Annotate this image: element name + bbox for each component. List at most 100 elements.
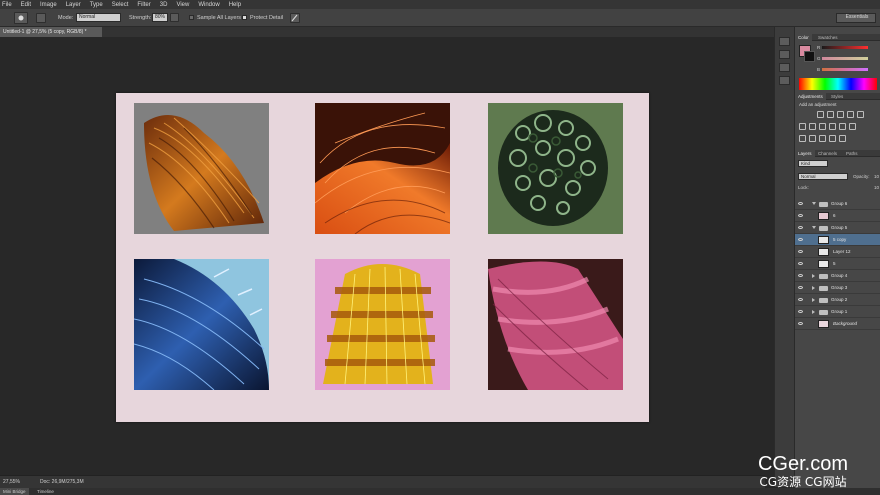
- tab-swatches[interactable]: Swatches: [815, 34, 841, 41]
- visibility-eye-icon[interactable]: [798, 214, 803, 217]
- color-balance-icon[interactable]: [809, 123, 816, 130]
- disclosure-closed-icon[interactable]: [812, 286, 815, 290]
- opacity-value[interactable]: 10: [874, 174, 879, 179]
- gradient-map-icon[interactable]: [829, 135, 836, 142]
- brush-picker-button[interactable]: [36, 13, 46, 23]
- menu-bar: File Edit Image Layer Type Select Filter…: [0, 0, 880, 9]
- tab-layers[interactable]: Layers: [795, 150, 815, 157]
- visibility-eye-icon[interactable]: [798, 286, 803, 289]
- vibrance-icon[interactable]: [857, 111, 864, 118]
- menu-image[interactable]: Image: [40, 2, 57, 8]
- strength-field[interactable]: 80%: [152, 13, 168, 22]
- background-color-swatch[interactable]: [804, 51, 815, 62]
- document-tab[interactable]: Untitled-1 @ 27,5% (5 copy, RGB/8) *: [0, 27, 102, 37]
- fill-value[interactable]: 10: [874, 185, 879, 190]
- layer-row[interactable]: Group 6: [795, 198, 880, 210]
- layer-row[interactable]: Group 4: [795, 270, 880, 282]
- visibility-eye-icon[interactable]: [798, 310, 803, 313]
- visibility-eye-icon[interactable]: [798, 262, 803, 265]
- info-icon[interactable]: [779, 63, 790, 72]
- layer-row[interactable]: Group 1: [795, 306, 880, 318]
- brush-presets-icon[interactable]: [779, 76, 790, 85]
- menu-view[interactable]: View: [176, 2, 189, 8]
- tab-channels[interactable]: Channels: [815, 150, 840, 157]
- tab-color[interactable]: Color: [795, 34, 812, 41]
- green-slider[interactable]: [822, 57, 868, 60]
- color-spectrum-ramp[interactable]: [799, 78, 877, 90]
- sample-all-checkbox[interactable]: [189, 15, 194, 20]
- visibility-eye-icon[interactable]: [798, 322, 803, 325]
- menu-edit[interactable]: Edit: [21, 2, 31, 8]
- menu-3d[interactable]: 3D: [160, 2, 168, 8]
- exposure-icon[interactable]: [847, 111, 854, 118]
- menu-window[interactable]: Window: [198, 2, 219, 8]
- tab-timeline[interactable]: Timeline: [34, 488, 57, 495]
- workspace-switcher[interactable]: Essentials: [836, 13, 876, 23]
- black-white-icon[interactable]: [819, 123, 826, 130]
- visibility-eye-icon[interactable]: [798, 298, 803, 301]
- right-panel: Color Swatches R G B Adjustments Styles …: [794, 27, 880, 488]
- document-canvas[interactable]: [116, 93, 649, 422]
- layer-filter-kind[interactable]: Kind: [798, 160, 828, 167]
- disclosure-open-icon[interactable]: [812, 226, 816, 229]
- visibility-eye-icon[interactable]: [798, 274, 803, 277]
- visibility-eye-icon[interactable]: [798, 202, 803, 205]
- artwork-tile-blonde-hair: [315, 259, 450, 390]
- menu-help[interactable]: Help: [229, 2, 241, 8]
- layer-row[interactable]: 6: [795, 210, 880, 222]
- layer-row[interactable]: 5 copy: [795, 234, 880, 246]
- layer-thumbnail: [818, 236, 829, 244]
- visibility-eye-icon[interactable]: [798, 238, 803, 241]
- protect-detail-checkbox[interactable]: [242, 15, 247, 20]
- layer-row[interactable]: 5: [795, 258, 880, 270]
- selective-color-icon[interactable]: [839, 135, 846, 142]
- disclosure-closed-icon[interactable]: [812, 310, 815, 314]
- red-slider[interactable]: [822, 46, 868, 49]
- channel-mixer-icon[interactable]: [839, 123, 846, 130]
- visibility-eye-icon[interactable]: [798, 226, 803, 229]
- tab-styles[interactable]: Styles: [828, 93, 846, 100]
- layer-row[interactable]: Layer 12: [795, 246, 880, 258]
- disclosure-open-icon[interactable]: [812, 202, 816, 205]
- layer-row[interactable]: Background: [795, 318, 880, 330]
- tab-mini-bridge[interactable]: Mini Bridge: [0, 488, 29, 495]
- layer-name: Group 1: [831, 309, 848, 314]
- history-icon[interactable]: [779, 37, 790, 46]
- photo-filter-icon[interactable]: [829, 123, 836, 130]
- hue-saturation-icon[interactable]: [799, 123, 806, 130]
- menu-filter[interactable]: Filter: [137, 2, 150, 8]
- mode-select[interactable]: Normal: [76, 13, 121, 22]
- folder-icon: [819, 298, 828, 303]
- properties-icon[interactable]: [779, 50, 790, 59]
- menu-file[interactable]: File: [2, 2, 12, 8]
- channel-g-label: G: [817, 56, 821, 61]
- protect-detail-label: Protect Detail: [250, 15, 284, 21]
- folder-icon: [819, 286, 828, 291]
- menu-type[interactable]: Type: [90, 2, 103, 8]
- tool-preset-picker[interactable]: [14, 12, 28, 24]
- invert-icon[interactable]: [799, 135, 806, 142]
- blue-slider[interactable]: [822, 68, 868, 71]
- disclosure-closed-icon[interactable]: [812, 298, 815, 302]
- disclosure-closed-icon[interactable]: [812, 274, 815, 278]
- tab-paths[interactable]: Paths: [843, 150, 861, 157]
- visibility-eye-icon[interactable]: [798, 250, 803, 253]
- color-lookup-icon[interactable]: [849, 123, 856, 130]
- levels-icon[interactable]: [827, 111, 834, 118]
- threshold-icon[interactable]: [819, 135, 826, 142]
- menu-select[interactable]: Select: [112, 2, 129, 8]
- menu-layer[interactable]: Layer: [66, 2, 81, 8]
- zoom-readout[interactable]: 27,55%: [3, 479, 20, 485]
- strength-slider-toggle[interactable]: [170, 13, 179, 22]
- layer-row[interactable]: Group 5: [795, 222, 880, 234]
- pressure-button[interactable]: [290, 13, 300, 23]
- layer-thumbnail: [818, 320, 829, 328]
- adjustments-title: Add an adjustment: [799, 102, 837, 107]
- layer-row[interactable]: Group 2: [795, 294, 880, 306]
- tab-adjustments[interactable]: Adjustments: [795, 93, 826, 100]
- curves-icon[interactable]: [837, 111, 844, 118]
- posterize-icon[interactable]: [809, 135, 816, 142]
- brightness-icon[interactable]: [817, 111, 824, 118]
- layer-row[interactable]: Group 3: [795, 282, 880, 294]
- blend-mode-select[interactable]: Normal: [798, 173, 848, 180]
